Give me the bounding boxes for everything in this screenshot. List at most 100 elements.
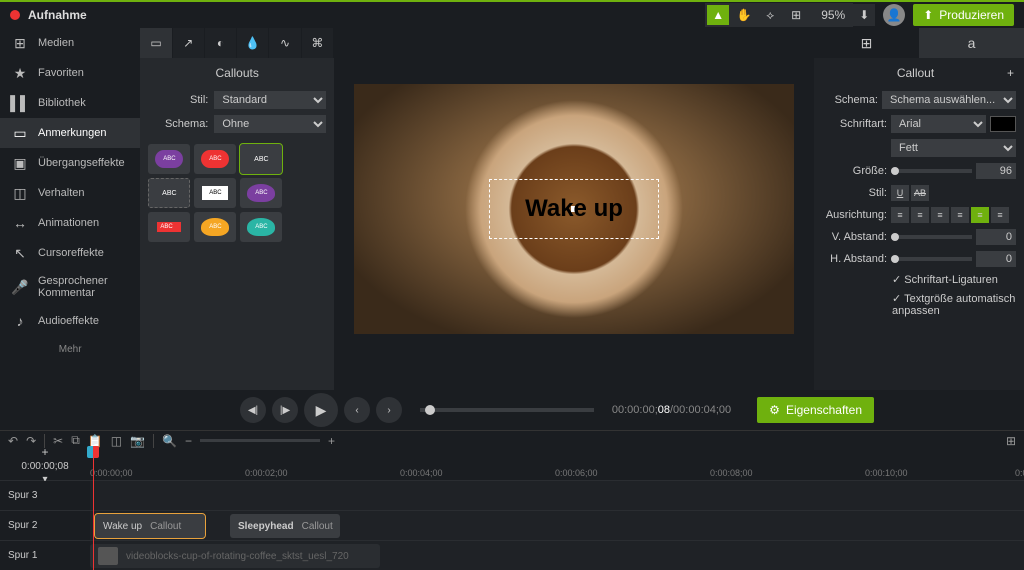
audio-icon: ♪ — [12, 313, 28, 329]
sidebar-item-audio[interactable]: ♪Audioeffekte — [0, 306, 140, 336]
sidebar-more[interactable]: Mehr — [0, 336, 140, 363]
prev-button[interactable]: ◀| — [240, 397, 266, 423]
sidebar-item-annotations[interactable]: ▭Anmerkungen — [0, 118, 140, 148]
media-tab-callouts[interactable]: ▭ — [140, 28, 172, 58]
props-tab-text[interactable]: a — [919, 28, 1024, 58]
playhead[interactable] — [93, 450, 94, 570]
props-tab-visual[interactable]: ⊞ — [814, 28, 919, 58]
resize-tool[interactable]: ⊞ — [785, 5, 807, 25]
zoom-minus[interactable]: − — [185, 434, 192, 448]
timeline-settings[interactable]: ⊞ — [1006, 434, 1016, 448]
prop-ligatures[interactable]: ✓ Schriftart-Ligaturen — [814, 270, 1024, 289]
produce-button[interactable]: ⬆ Produzieren — [913, 4, 1014, 26]
mic-icon: 🎤 — [12, 279, 28, 295]
prev-frame-button[interactable]: ‹ — [344, 397, 370, 423]
zoom-slider[interactable] — [200, 439, 320, 442]
track-3-head[interactable]: Spur 3 — [0, 481, 90, 510]
properties-panel: ⊞ a Callout + Schema: Schema auswählen..… — [814, 28, 1024, 390]
prop-weight-select[interactable]: Fett — [891, 139, 1016, 157]
cut-button[interactable]: ✂ — [53, 434, 63, 448]
track-1-body[interactable]: videoblocks-cup-of-rotating-coffee_sktst… — [90, 541, 1024, 570]
callout-arrow-red[interactable]: ABC — [148, 212, 190, 242]
playback-slider[interactable] — [420, 408, 594, 412]
track-3-body[interactable] — [90, 481, 1024, 510]
clip-video[interactable]: videoblocks-cup-of-rotating-coffee_sktst… — [90, 544, 380, 568]
align-bottom[interactable]: ≡ — [991, 207, 1009, 223]
media-tab-motion[interactable]: ∿ — [269, 28, 301, 58]
prop-hspace-label: H. Abstand: — [822, 253, 887, 265]
redo-button[interactable]: ↷ — [26, 434, 36, 448]
underline-btn[interactable]: U — [891, 185, 909, 201]
prop-vspace-input[interactable] — [976, 229, 1016, 245]
track-2-body[interactable]: Wake up Callout Sleepyhead Callout — [90, 511, 1024, 540]
media-tab-shapes[interactable]: ◐ — [205, 28, 237, 58]
sidebar-item-voice[interactable]: 🎤Gesprochener Kommentar — [0, 268, 140, 306]
props-add[interactable]: + — [1007, 66, 1014, 80]
callout-cloud-teal[interactable]: ABC — [240, 212, 282, 242]
callout-bubble-red[interactable]: ABC — [194, 144, 236, 174]
hand-tool[interactable]: ✋ — [733, 5, 755, 25]
track-2-head[interactable]: Spur 2 — [0, 511, 90, 540]
callout-bubble-purple[interactable]: ABC — [148, 144, 190, 174]
media-tab-blur[interactable]: 💧 — [237, 28, 269, 58]
media-tab-keys[interactable]: ⌘ — [302, 28, 334, 58]
clip-sleepyhead[interactable]: Sleepyhead Callout — [230, 514, 340, 538]
preview-canvas[interactable]: Wake up — [354, 84, 794, 334]
sidebar-item-transitions[interactable]: ▣Übergangseffekte — [0, 148, 140, 178]
prop-schema-select[interactable]: Schema auswählen... — [882, 91, 1016, 109]
media-tab-arrows[interactable]: ↗ — [173, 28, 205, 58]
add-track[interactable]: + — [41, 445, 48, 459]
playback-bar: ◀| |▶ ▶ ‹ › 00:00:00;08/00:00:04;00 ⚙ Ei… — [0, 390, 1024, 430]
zoom-level[interactable]: 95% — [815, 6, 851, 24]
prop-size-slider[interactable] — [891, 169, 972, 173]
copy-button[interactable]: ⧉ — [71, 433, 80, 448]
callout-rect-white[interactable]: ABC — [194, 178, 236, 208]
prop-hspace-input[interactable] — [976, 251, 1016, 267]
sidebar-item-library[interactable]: ▌▌Bibliothek — [0, 88, 140, 118]
next-frame-button[interactable]: › — [376, 397, 402, 423]
selection-box[interactable]: Wake up — [489, 179, 659, 239]
crop-tool[interactable]: ⟡ — [759, 5, 781, 25]
prop-vspace-slider[interactable] — [891, 235, 972, 239]
callout-cloud-orange[interactable]: ABC — [194, 212, 236, 242]
prop-color-swatch[interactable] — [990, 116, 1016, 132]
play-button[interactable]: ▶ — [304, 393, 338, 427]
properties-button[interactable]: ⚙ Eigenschaften — [757, 397, 874, 423]
account-avatar[interactable]: 👤 — [883, 4, 905, 26]
align-middle[interactable]: ≡ — [971, 207, 989, 223]
align-right[interactable]: ≡ — [931, 207, 949, 223]
track-1-head[interactable]: Spur 1 — [0, 541, 90, 570]
prop-autosize[interactable]: ✓ Textgröße automatisch anpassen — [814, 289, 1024, 320]
align-top[interactable]: ≡ — [951, 207, 969, 223]
sidebar-item-cursor[interactable]: ↖Cursoreffekte — [0, 238, 140, 268]
align-left[interactable]: ≡ — [891, 207, 909, 223]
snap-button[interactable]: 📷 — [130, 434, 145, 448]
prop-hspace-slider[interactable] — [891, 257, 972, 261]
callout-text-plain[interactable]: ABC — [240, 144, 282, 174]
sidebar-item-media[interactable]: ⊞Medien — [0, 28, 140, 58]
download-button[interactable]: ⬇ — [853, 4, 875, 26]
prop-size-input[interactable] — [976, 163, 1016, 179]
record-icon[interactable] — [10, 10, 20, 20]
callout-think-purple[interactable]: ABC — [240, 178, 282, 208]
strike-btn[interactable]: AB — [911, 185, 929, 201]
sidebar-item-favorites[interactable]: ★Favoriten — [0, 58, 140, 88]
split-button[interactable]: ◫ — [111, 434, 122, 448]
sidebar: ⊞Medien ★Favoriten ▌▌Bibliothek ▭Anmerku… — [0, 28, 140, 390]
schema-select[interactable]: Ohne — [214, 115, 326, 133]
sidebar-item-behaviors[interactable]: ◫Verhalten — [0, 178, 140, 208]
undo-button[interactable]: ↶ — [8, 434, 18, 448]
cursor-icon: ↖ — [12, 245, 28, 261]
ruler[interactable]: 0:00:00;00 0:00:02;00 0:00:04;00 0:00:06… — [90, 450, 1024, 480]
sidebar-item-animations[interactable]: ↔Animationen — [0, 208, 140, 238]
step-fwd-button[interactable]: |▶ — [272, 397, 298, 423]
select-tool[interactable]: ▲ — [707, 5, 729, 25]
top-bar: Aufnahme ▲ ✋ ⟡ ⊞ 95% ⬇ 👤 ⬆ Produzieren — [0, 0, 1024, 28]
zoom-out[interactable]: 🔍 — [162, 434, 177, 448]
align-center[interactable]: ≡ — [911, 207, 929, 223]
style-select[interactable]: Standard — [214, 91, 326, 109]
clip-wakeup[interactable]: Wake up Callout — [95, 514, 205, 538]
zoom-plus[interactable]: + — [328, 434, 335, 448]
callout-text-dotted[interactable]: ABC — [148, 178, 190, 208]
prop-font-select[interactable]: Arial — [891, 115, 986, 133]
